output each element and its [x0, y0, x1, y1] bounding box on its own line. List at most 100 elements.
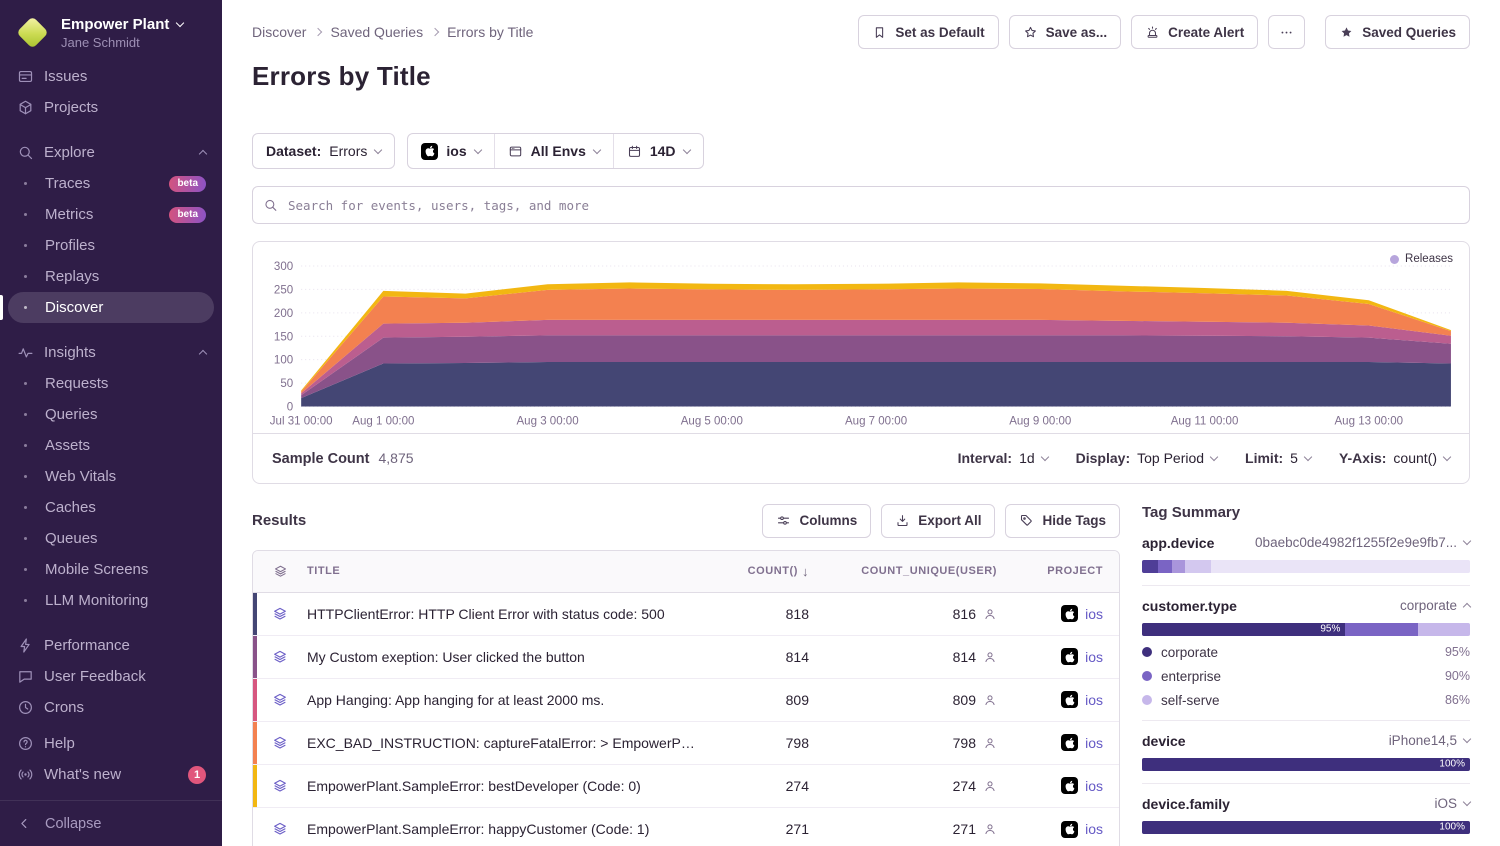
tag-summary-panel: Tag Summary app.device 0baebc0de4982f125…	[1142, 504, 1470, 846]
chevron-down-icon	[593, 145, 601, 153]
search-input[interactable]	[252, 186, 1470, 224]
project-cell[interactable]: ios	[1009, 734, 1119, 751]
dataset-label: Dataset:	[266, 143, 321, 159]
chevron-down-icon	[1463, 537, 1471, 545]
org-switcher[interactable]: Empower Plant Jane Schmidt	[0, 12, 222, 57]
saved-queries-button[interactable]: Saved Queries	[1325, 15, 1470, 49]
set-as-default-button[interactable]: Set as Default	[858, 15, 998, 49]
project-link[interactable]: ios	[1085, 606, 1103, 622]
event-title[interactable]: App Hanging: App hanging for at least 20…	[307, 692, 709, 708]
beta-badge: beta	[169, 176, 206, 192]
column-project[interactable]: PROJECT	[1009, 565, 1119, 577]
chevron-up-icon	[199, 350, 207, 358]
project-link[interactable]: ios	[1085, 692, 1103, 708]
user-icon	[983, 607, 997, 621]
project-link[interactable]: ios	[1085, 735, 1103, 751]
ios-platform-icon	[1061, 691, 1078, 708]
column-count-unique[interactable]: COUNT_UNIQUE(USER)	[819, 565, 1009, 577]
ios-platform-icon	[1061, 734, 1078, 751]
table-row[interactable]: My Custom exeption: User clicked the but…	[253, 636, 1119, 679]
sidebar-item-replays[interactable]: Replays	[8, 261, 214, 292]
bullet-dot	[24, 182, 27, 185]
event-title[interactable]: EXC_BAD_INSTRUCTION: captureFatalError: …	[307, 735, 709, 751]
environment-filter[interactable]: All Envs	[494, 134, 613, 168]
tag-distribution-bar[interactable]	[1142, 560, 1470, 573]
sidebar-item-discover[interactable]: Discover	[8, 292, 214, 323]
sidebar-item-performance[interactable]: Performance	[8, 630, 214, 661]
series-color-dot	[1142, 671, 1152, 681]
collapse-button[interactable]: Collapse	[0, 800, 222, 846]
project-link[interactable]: ios	[1085, 821, 1103, 837]
lightning-icon	[16, 637, 34, 655]
breadcrumb-saved-queries[interactable]: Saved Queries	[330, 24, 423, 40]
tag-header-device-family[interactable]: device.family iOS	[1142, 796, 1470, 812]
tag-header-customer-type[interactable]: customer.type corporate	[1142, 598, 1470, 614]
sidebar-item-mobile-screens[interactable]: Mobile Screens	[8, 554, 214, 585]
tag-distribution-bar[interactable]: 100%	[1142, 758, 1470, 771]
sidebar-item-caches[interactable]: Caches	[8, 492, 214, 523]
sidebar-item-metrics[interactable]: Metricsbeta	[8, 199, 214, 230]
breadcrumb-discover[interactable]: Discover	[252, 24, 306, 40]
project-link[interactable]: ios	[1085, 778, 1103, 794]
project-cell[interactable]: ios	[1009, 821, 1119, 838]
table-row[interactable]: App Hanging: App hanging for at least 20…	[253, 679, 1119, 722]
sidebar-item-issues[interactable]: Issues	[8, 61, 214, 92]
sidebar-item-user-feedback[interactable]: User Feedback	[8, 661, 214, 692]
table-row[interactable]: EmpowerPlant.SampleError: bestDeveloper …	[253, 765, 1119, 808]
project-cell[interactable]: ios	[1009, 605, 1119, 622]
dataset-filter[interactable]: Dataset: Errors	[252, 133, 395, 169]
event-title[interactable]: EmpowerPlant.SampleError: bestDeveloper …	[307, 778, 709, 794]
table-row[interactable]: EmpowerPlant.SampleError: happyCustomer …	[253, 808, 1119, 846]
interval-control[interactable]: Interval:1d	[958, 450, 1048, 466]
sidebar-item-traces[interactable]: Tracesbeta	[8, 168, 214, 199]
sidebar-item-assets[interactable]: Assets	[8, 430, 214, 461]
tag-header-device[interactable]: device iPhone14,5	[1142, 733, 1470, 749]
sidebar-item-crons[interactable]: Crons	[8, 692, 214, 723]
hide-tags-button[interactable]: Hide Tags	[1005, 504, 1120, 538]
chevron-left-icon	[16, 815, 33, 832]
tag-distribution-bar[interactable]: 95%	[1142, 623, 1470, 636]
sidebar-item-help[interactable]: Help	[8, 728, 214, 759]
svg-text:Jul 31 00:00: Jul 31 00:00	[270, 416, 333, 428]
column-count[interactable]: COUNT()↓	[709, 564, 819, 579]
save-as-button[interactable]: Save as...	[1009, 15, 1122, 49]
sidebar-item-what-s-new[interactable]: What's new1	[8, 759, 214, 790]
y-axis-control[interactable]: Y-Axis:count()	[1339, 450, 1450, 466]
sidebar-item-web-vitals[interactable]: Web Vitals	[8, 461, 214, 492]
event-title[interactable]: My Custom exeption: User clicked the but…	[307, 649, 709, 665]
sidebar-item-requests[interactable]: Requests	[8, 368, 214, 399]
svg-text:0: 0	[287, 402, 293, 414]
limit-control[interactable]: Limit:5	[1245, 450, 1311, 466]
project-cell[interactable]: ios	[1009, 648, 1119, 665]
display-control[interactable]: Display:Top Period	[1076, 450, 1217, 466]
column-title[interactable]: TITLE	[307, 565, 709, 577]
date-range-filter[interactable]: 14D	[613, 134, 703, 168]
project-cell[interactable]: ios	[1009, 691, 1119, 708]
columns-button[interactable]: Columns	[762, 504, 871, 538]
sidebar-item-queries[interactable]: Queries	[8, 399, 214, 430]
sidebar-item-projects[interactable]: Projects	[8, 92, 214, 123]
tag-value-row[interactable]: self-serve86%	[1142, 693, 1470, 708]
count-value: 809	[709, 692, 819, 708]
export-all-button[interactable]: Export All	[881, 504, 995, 538]
tag-value-row[interactable]: corporate95%	[1142, 645, 1470, 660]
event-title[interactable]: EmpowerPlant.SampleError: happyCustomer …	[307, 821, 709, 837]
more-options-button[interactable]	[1268, 15, 1305, 49]
sidebar-section-explore[interactable]: Explore	[8, 137, 214, 168]
tag-header-app-device[interactable]: app.device 0baebc0de4982f1255f2e9e9fb7..…	[1142, 535, 1470, 551]
sidebar-item-profiles[interactable]: Profiles	[8, 230, 214, 261]
table-row[interactable]: HTTPClientError: HTTP Client Error with …	[253, 593, 1119, 636]
project-cell[interactable]: ios	[1009, 777, 1119, 794]
sidebar-item-llm-monitoring[interactable]: LLM Monitoring	[8, 585, 214, 616]
event-title[interactable]: HTTPClientError: HTTP Client Error with …	[307, 606, 709, 622]
chevron-right-icon	[314, 28, 322, 36]
chart-legend[interactable]: Releases	[1390, 253, 1453, 265]
table-row[interactable]: EXC_BAD_INSTRUCTION: captureFatalError: …	[253, 722, 1119, 765]
project-link[interactable]: ios	[1085, 649, 1103, 665]
project-filter[interactable]: ios	[408, 134, 493, 168]
tag-value-row[interactable]: enterprise90%	[1142, 669, 1470, 684]
sidebar-section-insights[interactable]: Insights	[8, 337, 214, 368]
tag-distribution-bar[interactable]: 100%	[1142, 821, 1470, 834]
create-alert-button[interactable]: Create Alert	[1131, 15, 1258, 49]
sidebar-item-queues[interactable]: Queues	[8, 523, 214, 554]
